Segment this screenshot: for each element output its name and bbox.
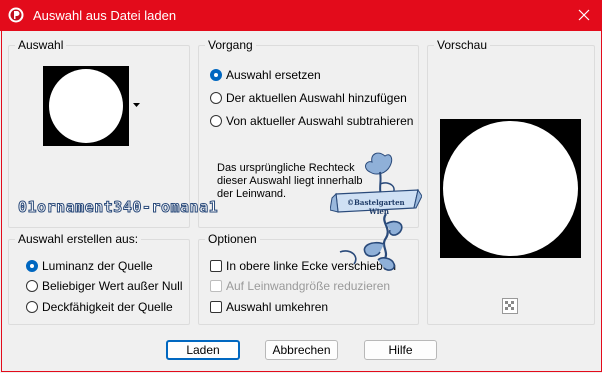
radio-luminanz[interactable]: Luminanz der Quelle bbox=[26, 259, 153, 273]
dropdown-arrow-icon[interactable] bbox=[133, 103, 140, 108]
radio-button[interactable] bbox=[210, 69, 222, 81]
vorgang-group-label: Vorgang bbox=[205, 38, 256, 52]
radio-label: Beliebiger Wert außer Null bbox=[42, 279, 183, 293]
radio-button[interactable] bbox=[210, 92, 222, 104]
radio-button[interactable] bbox=[26, 260, 38, 272]
optionen-group-label: Optionen bbox=[205, 232, 260, 246]
checkbox[interactable] bbox=[210, 301, 222, 313]
selection-thumbnail[interactable] bbox=[43, 66, 129, 146]
checkbox-label: Auf Leinwandgröße reduzieren bbox=[226, 279, 391, 293]
checkbox-label: Auswahl umkehren bbox=[226, 300, 329, 314]
app-logo-icon bbox=[8, 7, 24, 23]
help-button[interactable]: Hilfe bbox=[364, 340, 437, 360]
window-title: Auswahl aus Datei laden bbox=[33, 8, 177, 23]
checkbox bbox=[210, 280, 222, 292]
radio-beliebiger-wert[interactable]: Beliebiger Wert außer Null bbox=[26, 279, 183, 293]
radio-auswahl-ersetzen[interactable]: Auswahl ersetzen bbox=[210, 68, 321, 82]
radio-label: Von aktueller Auswahl subtrahieren bbox=[226, 114, 414, 128]
quelle-group-label: Auswahl erstellen aus: bbox=[15, 232, 142, 246]
watermark-stamp-line1: ©Bastelgarten bbox=[347, 198, 405, 207]
transparency-checker-icon[interactable] bbox=[502, 298, 518, 314]
preview-shape bbox=[443, 121, 578, 256]
checkbox[interactable] bbox=[210, 260, 222, 272]
vorschau-group: Vorschau bbox=[427, 38, 595, 325]
watermark-text: 01ornament340-romana1 bbox=[17, 198, 219, 217]
radio-button[interactable] bbox=[210, 115, 222, 127]
title-bar: Auswahl aus Datei laden bbox=[0, 0, 602, 31]
radio-deckfaehigkeit[interactable]: Deckfähigkeit der Quelle bbox=[26, 300, 173, 314]
radio-label: Deckfähigkeit der Quelle bbox=[42, 300, 173, 314]
auswahl-group-label: Auswahl bbox=[15, 38, 67, 52]
checkbox-auswahl-umkehren[interactable]: Auswahl umkehren bbox=[210, 300, 328, 314]
radio-label: Der aktuellen Auswahl hinzufügen bbox=[226, 91, 407, 105]
radio-button[interactable] bbox=[26, 280, 38, 292]
close-icon bbox=[578, 9, 590, 21]
radio-auswahl-hinzufuegen[interactable]: Der aktuellen Auswahl hinzufügen bbox=[210, 91, 407, 105]
preview-canvas bbox=[440, 119, 581, 258]
radio-label: Luminanz der Quelle bbox=[42, 259, 153, 273]
radio-label: Auswahl ersetzen bbox=[226, 68, 321, 82]
radio-auswahl-subtrahieren[interactable]: Von aktueller Auswahl subtrahieren bbox=[210, 114, 413, 128]
vorschau-group-label: Vorschau bbox=[434, 38, 491, 52]
selection-shape bbox=[49, 69, 123, 143]
watermark-stamp-line2: Wien bbox=[369, 207, 389, 216]
load-button[interactable]: Laden bbox=[166, 340, 240, 360]
quelle-group: Auswahl erstellen aus: Luminanz der Quel… bbox=[8, 232, 190, 325]
cancel-button[interactable]: Abbrechen bbox=[265, 340, 338, 360]
close-button[interactable] bbox=[566, 0, 602, 31]
checkbox-leinwandgroesse: Auf Leinwandgröße reduzieren bbox=[210, 279, 390, 293]
radio-button[interactable] bbox=[26, 301, 38, 313]
